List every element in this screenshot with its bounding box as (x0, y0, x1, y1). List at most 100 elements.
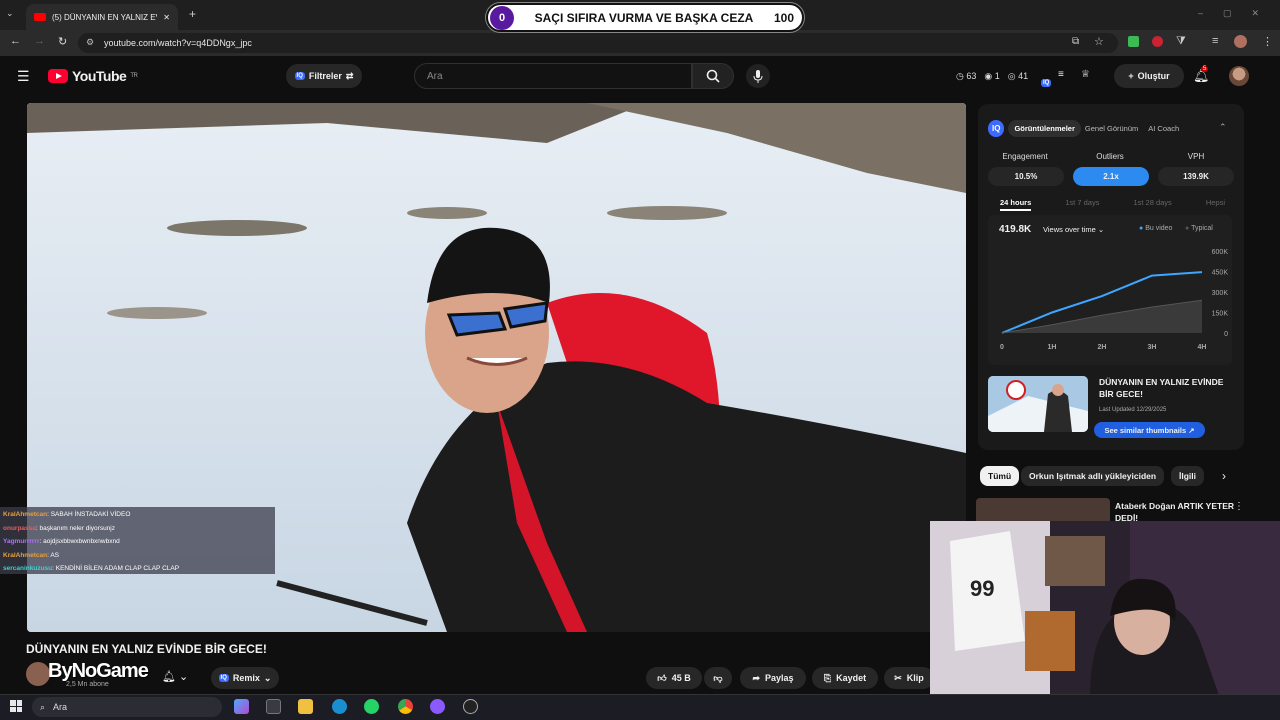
x-tick-label: 4H (1198, 344, 1207, 351)
search-input[interactable]: Ara (414, 63, 692, 89)
chat-message: KralAhmetcan: SABAH İNSTADAKİ VİDEO (3, 511, 131, 518)
plus-icon: + (1128, 71, 1134, 81)
filters-button[interactable]: IQ Filtreler ⇄ (286, 64, 362, 88)
copilot-icon[interactable] (234, 699, 249, 714)
account-avatar[interactable] (1229, 66, 1249, 86)
range-all[interactable]: Hepsi (1206, 198, 1225, 211)
search-placeholder: Ara (427, 70, 443, 82)
chips-next-icon[interactable]: › (1222, 469, 1226, 483)
goal-target-value: 100 (773, 10, 794, 25)
share-button[interactable]: ➦ Paylaş (740, 667, 806, 689)
browser-menu-icon[interactable]: ⋮ (1262, 35, 1273, 48)
range-24-hours[interactable]: 24 hours (1000, 198, 1032, 211)
stat-clock: ◷ 63 (956, 71, 977, 81)
external-link-icon: ↗ (1188, 425, 1195, 435)
bookmark-icon: ⎘ (823, 672, 832, 683)
tab-overview[interactable]: Genel Görünüm (1085, 124, 1138, 133)
tab-views[interactable]: Görüntülenmeler (1008, 119, 1081, 137)
list-icon[interactable]: ≡ (1058, 69, 1064, 80)
x-tick-label: 1H (1048, 344, 1057, 351)
youtube-logo[interactable]: YouTube TR (48, 68, 138, 84)
media-list-icon[interactable]: ≡ (1212, 35, 1218, 47)
install-icon[interactable]: ⧉ (1072, 36, 1079, 47)
obs-icon[interactable] (463, 699, 478, 714)
see-similar-thumbnails-button[interactable]: See similar thumbnails ↗ (1094, 422, 1205, 438)
chip-from-uploader[interactable]: Orkun Işıtmak adlı yükleyiciden (1021, 466, 1165, 486)
tab-title: (5) DÜNYANIN EN YALNIZ EVİN (52, 12, 158, 22)
channel-watermark: ByNoGame (48, 660, 149, 682)
y-tick-label: 450K (1212, 270, 1229, 277)
extension-red-icon[interactable] (1152, 36, 1163, 47)
collapse-panel-icon[interactable]: ⌃ (1219, 122, 1227, 133)
like-button[interactable]: 👍︎ 45 B (646, 667, 702, 689)
site-info-icon[interactable]: ⚙ (86, 37, 94, 48)
iq-icon: IQ (218, 674, 229, 682)
x-tick-label: 2H (1098, 344, 1107, 351)
reload-icon[interactable]: ↻ (58, 35, 67, 48)
range-28-days[interactable]: 1st 28 days (1133, 198, 1171, 211)
forward-icon[interactable]: → (34, 35, 45, 47)
video-thumbnail[interactable] (988, 376, 1088, 432)
chip-related[interactable]: İlgili (1171, 466, 1204, 486)
recommendation-menu-icon[interactable]: ⋮ (1234, 501, 1244, 512)
iq-header-icon[interactable]: IQ (1041, 71, 1052, 89)
back-icon[interactable]: ← (10, 35, 21, 47)
discord-icon[interactable] (430, 699, 445, 714)
profile-avatar-icon[interactable] (1234, 35, 1247, 48)
x-tick-label: 3H (1148, 344, 1157, 351)
y-tick-label: 0 (1224, 331, 1228, 338)
create-button[interactable]: + Oluştur (1114, 64, 1184, 88)
region-code: TR (130, 73, 138, 79)
card-video-title: DÜNYANIN EN YALNIZ EVİNDE BİR GECE! (1099, 377, 1224, 399)
search-button[interactable] (692, 63, 734, 89)
url-text: youtube.com/watch?v=q4DDNgx_jpc (104, 38, 252, 48)
taskbar-search[interactable]: ⌕ Ara (32, 697, 222, 717)
share-label: Paylaş (765, 673, 794, 683)
create-label: Oluştur (1137, 71, 1170, 81)
voice-search-button[interactable] (746, 64, 770, 88)
save-button[interactable]: ⎘ Kaydet (812, 667, 878, 689)
browser-tab[interactable]: (5) DÜNYANIN EN YALNIZ EVİN ✕ (26, 4, 178, 30)
clip-button[interactable]: ✂ Klip (884, 667, 934, 689)
microphone-icon (753, 69, 763, 83)
store-icon[interactable] (266, 699, 281, 714)
chat-message: KralAhmetcan: AS (3, 551, 60, 559)
chevron-down-icon: ⌄ (263, 672, 272, 683)
clip-label: Klip (906, 673, 924, 683)
trophy-icon[interactable]: ♕ (1081, 69, 1090, 80)
edge-icon[interactable] (332, 699, 347, 714)
extension-stats: ◷ 63 ◉ 1 ◎ 41 (956, 71, 1028, 82)
bookmark-star-icon[interactable]: ☆ (1094, 35, 1104, 48)
range-7-days[interactable]: 1st 7 days (1065, 198, 1099, 211)
hamburger-menu-icon[interactable]: ☰ (17, 68, 30, 85)
extension-green-icon[interactable] (1128, 36, 1139, 47)
metric-label: VPH (1187, 152, 1205, 161)
chip-all[interactable]: Tümü (980, 466, 1020, 486)
file-explorer-icon[interactable] (298, 699, 313, 714)
like-count: 45 B (671, 673, 691, 683)
window-controls[interactable]: –▢✕ (1198, 8, 1279, 19)
webcam-overlay: 99 (930, 521, 1280, 698)
stream-chat-overlay: KralAhmetcan: SABAH İNSTADAKİ VİDEO onur… (0, 507, 275, 574)
close-tab-icon[interactable]: ✕ (163, 13, 170, 22)
channel-avatar[interactable] (26, 662, 50, 686)
tab-ai-coach[interactable]: AI Coach (1148, 124, 1179, 133)
windows-start-icon[interactable] (10, 700, 22, 712)
chrome-icon[interactable] (398, 699, 413, 714)
new-tab-icon[interactable]: + (189, 7, 196, 21)
subscribe-bell-icon[interactable]: 🔔︎ ⌄ (162, 670, 188, 683)
save-label: Kaydet (836, 673, 867, 683)
chat-message: onurpassa: başkanım neler diyorsunjz (3, 524, 115, 532)
extensions-puzzle-icon[interactable]: ⧩ (1176, 35, 1186, 48)
panel-tabs: IQ Görüntülenmeler Genel Görünüm AI Coac… (988, 117, 1222, 139)
outliers-value[interactable]: 2.1x (1073, 167, 1149, 186)
url-field[interactable]: youtube.com/watch?v=q4DDNgx_jpc (78, 33, 1118, 53)
thumbs-down-icon: 👎︎ (713, 672, 723, 683)
tab-list-icon[interactable]: ⌄ (6, 8, 14, 19)
y-tick-label: 600K (1212, 249, 1229, 256)
remix-button[interactable]: IQ Remix ⌄ (211, 667, 279, 689)
whatsapp-icon[interactable] (364, 699, 379, 714)
share-icon: ➦ (752, 672, 760, 683)
video-title: DÜNYANIN EN YALNIZ EVİNDE BİR GECE! (26, 642, 267, 656)
dislike-button[interactable]: 👎︎ (704, 667, 732, 689)
